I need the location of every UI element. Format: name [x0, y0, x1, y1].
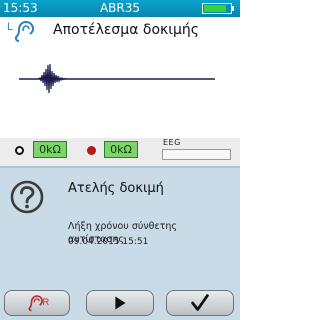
question-icon [10, 180, 44, 214]
eeg-label: EEG [163, 138, 181, 147]
result-panel: Ατελής δοκιμή Λήξη χρόνου σύνθετης αντίσ… [0, 166, 240, 284]
electrode-red-icon [87, 146, 96, 155]
electrode-white-icon [15, 146, 24, 155]
bottom-toolbar: R [0, 284, 240, 320]
retest-ear-letter: R [43, 297, 50, 307]
screen: 15:53 ABR35 L Αποτέλεσμα δοκιμής 0kΩ 0kΩ… [0, 0, 240, 320]
ear-side-label: L [7, 21, 13, 33]
result-title: Ατελής δοκιμή [68, 181, 164, 196]
result-timestamp: 09.04.2015 15:51 [68, 237, 149, 247]
left-ear-icon: L [7, 20, 35, 42]
electrode-red-impedance: 0kΩ [104, 141, 138, 158]
play-icon [115, 296, 126, 310]
waveform-trace [37, 63, 67, 94]
abr-waveform [19, 63, 215, 94]
retest-right-ear-button[interactable]: R [4, 290, 70, 316]
confirm-button[interactable] [166, 290, 234, 316]
battery-level [204, 5, 226, 12]
page-title: Αποτέλεσμα δοκιμής [53, 22, 199, 38]
eeg-level-meter [162, 149, 231, 160]
battery-icon [202, 3, 234, 14]
right-ear-icon: R [28, 295, 50, 312]
electrode-white-impedance: 0kΩ [33, 141, 67, 158]
play-button[interactable] [86, 290, 154, 316]
impedance-bar: 0kΩ 0kΩ EEG [0, 138, 240, 166]
checkmark-icon [191, 294, 209, 311]
status-bar: 15:53 ABR35 [0, 0, 240, 17]
